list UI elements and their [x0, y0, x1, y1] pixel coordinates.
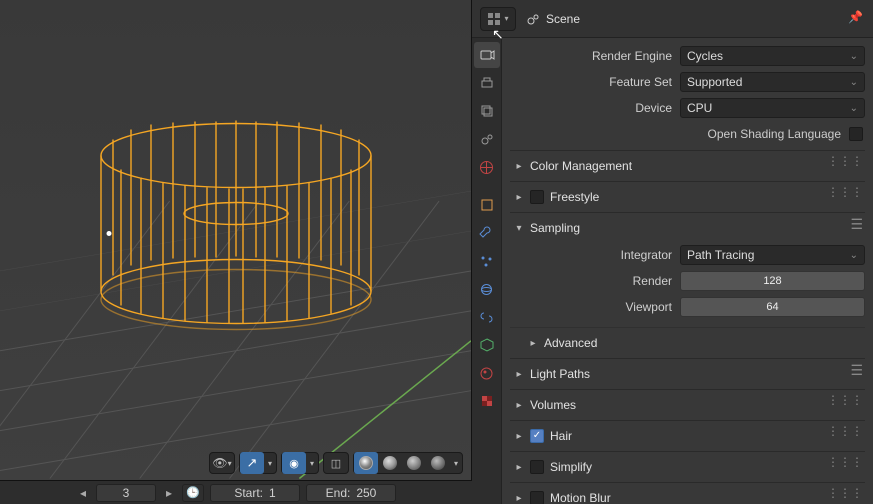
render-samples-label: Render — [510, 274, 680, 288]
overlay-icon: ◉ — [289, 457, 299, 470]
editor-type-selector[interactable]: ▾ — [480, 7, 516, 31]
wireframe-shading-icon — [359, 456, 373, 470]
world-icon — [479, 160, 494, 175]
tab-object[interactable] — [474, 192, 500, 218]
osl-label: Open Shading Language — [708, 127, 841, 141]
viewport-panel: 👁▾ ↗▾ ◉▾ ◫ ▾ ◂ 3 ▸ 🕒 Start:1 End:250 — [0, 0, 472, 504]
render-engine-select[interactable]: Cycles⌄ — [680, 46, 865, 66]
frame-next-button[interactable]: ▸ — [162, 486, 176, 500]
end-frame-field[interactable]: End:250 — [306, 484, 396, 502]
viewport-samples-label: Viewport — [510, 300, 680, 314]
viewport-samples-field[interactable]: 64 — [680, 297, 865, 317]
eye-icon: 👁 — [212, 456, 227, 470]
section-volumes[interactable]: ▸Volumes — [510, 394, 865, 416]
xray-icon: ◫ — [331, 457, 341, 470]
render-engine-label: Render Engine — [510, 49, 680, 63]
section-color-management[interactable]: ▸Color Management — [510, 155, 865, 177]
scene-icon — [526, 12, 540, 26]
drag-icon[interactable]: ⋮⋮⋮ — [827, 393, 863, 407]
section-simplify[interactable]: ▸Simplify — [510, 456, 865, 478]
cylinder-object[interactable] — [91, 114, 381, 344]
tab-particles[interactable] — [474, 248, 500, 274]
section-advanced[interactable]: ▸Advanced — [524, 332, 865, 354]
object-icon — [480, 198, 494, 212]
osl-checkbox[interactable] — [849, 127, 863, 141]
visibility-selector[interactable]: 👁▾ — [209, 452, 235, 474]
properties-tabs — [472, 38, 502, 504]
current-frame-field[interactable]: 3 — [96, 484, 156, 502]
freestyle-checkbox[interactable] — [530, 190, 544, 204]
constraint-icon — [479, 310, 494, 325]
section-hair[interactable]: ▸Hair — [510, 425, 865, 447]
viewport-toolbar: 👁▾ ↗▾ ◉▾ ◫ ▾ — [209, 452, 463, 474]
drag-icon[interactable]: ⋮⋮⋮ — [827, 455, 863, 469]
drag-icon[interactable]: ⋮⋮⋮ — [827, 486, 863, 500]
timeline-bar: ◂ 3 ▸ 🕒 Start:1 End:250 — [0, 480, 472, 504]
feature-set-label: Feature Set — [510, 75, 680, 89]
tab-world[interactable] — [474, 154, 500, 180]
tab-data[interactable] — [474, 332, 500, 358]
wrench-icon — [479, 226, 494, 241]
tab-viewlayer[interactable] — [474, 98, 500, 124]
gizmo-selector[interactable]: ↗▾ — [239, 452, 277, 474]
device-label: Device — [510, 101, 680, 115]
render-samples-field[interactable]: 128 — [680, 271, 865, 291]
tab-scene[interactable] — [474, 126, 500, 152]
hair-checkbox[interactable] — [530, 429, 544, 443]
mesh-data-icon — [480, 338, 494, 352]
frame-prev-button[interactable]: ◂ — [76, 486, 90, 500]
tab-modifiers[interactable] — [474, 220, 500, 246]
section-motion-blur[interactable]: ▸Motion Blur — [510, 487, 865, 504]
shading-modes[interactable]: ▾ — [353, 452, 463, 474]
overlay-selector[interactable]: ◉▾ — [281, 452, 319, 474]
layers-icon — [479, 103, 495, 119]
options-icon[interactable]: ☰ — [850, 216, 863, 233]
gizmo-icon: ↗ — [247, 455, 258, 471]
drag-icon[interactable]: ⋮⋮⋮ — [827, 185, 863, 199]
drag-icon[interactable]: ⋮⋮⋮ — [827, 424, 863, 438]
tab-material[interactable] — [474, 360, 500, 386]
rendered-shading-icon — [431, 456, 445, 470]
tab-output[interactable] — [474, 70, 500, 96]
start-frame-field[interactable]: Start:1 — [210, 484, 300, 502]
3d-viewport[interactable]: 👁▾ ↗▾ ◉▾ ◫ ▾ — [0, 0, 472, 480]
breadcrumb[interactable]: Scene — [526, 12, 580, 26]
texture-icon — [480, 394, 494, 408]
integrator-label: Integrator — [510, 248, 680, 262]
device-select[interactable]: CPU⌄ — [680, 98, 865, 118]
section-freestyle[interactable]: ▸Freestyle — [510, 186, 865, 208]
matprev-shading-icon — [407, 456, 421, 470]
section-sampling[interactable]: ▾Sampling — [510, 217, 865, 239]
xray-toggle[interactable]: ◫ — [323, 452, 349, 474]
integrator-select[interactable]: Path Tracing⌄ — [680, 245, 865, 265]
drag-icon[interactable]: ⋮⋮⋮ — [827, 154, 863, 168]
camera-back-icon — [479, 47, 495, 63]
pin-icon[interactable]: 📌 — [848, 10, 863, 24]
tab-physics[interactable] — [474, 276, 500, 302]
feature-set-select[interactable]: Supported⌄ — [680, 72, 865, 92]
render-properties-panel: Render EngineCycles⌄ Feature SetSupporte… — [502, 38, 873, 504]
particles-icon — [479, 254, 494, 269]
printer-icon — [479, 75, 495, 91]
tab-texture[interactable] — [474, 388, 500, 414]
scene-tab-icon — [480, 132, 494, 146]
physics-icon — [479, 282, 494, 297]
section-light-paths[interactable]: ▸Light Paths — [510, 363, 865, 385]
keying-icon[interactable]: 🕒 — [182, 484, 204, 502]
tab-render[interactable] — [474, 42, 500, 68]
material-icon — [479, 366, 494, 381]
properties-panel: ▾ Scene 📌 ↖ Render EngineCycles⌄ — [472, 0, 873, 504]
motion-blur-checkbox[interactable] — [530, 491, 544, 504]
options-icon[interactable]: ☰ — [850, 362, 863, 379]
solid-shading-icon — [383, 456, 397, 470]
simplify-checkbox[interactable] — [530, 460, 544, 474]
properties-editor-icon — [487, 12, 501, 26]
tab-constraints[interactable] — [474, 304, 500, 330]
properties-header: ▾ Scene 📌 ↖ — [472, 0, 873, 38]
